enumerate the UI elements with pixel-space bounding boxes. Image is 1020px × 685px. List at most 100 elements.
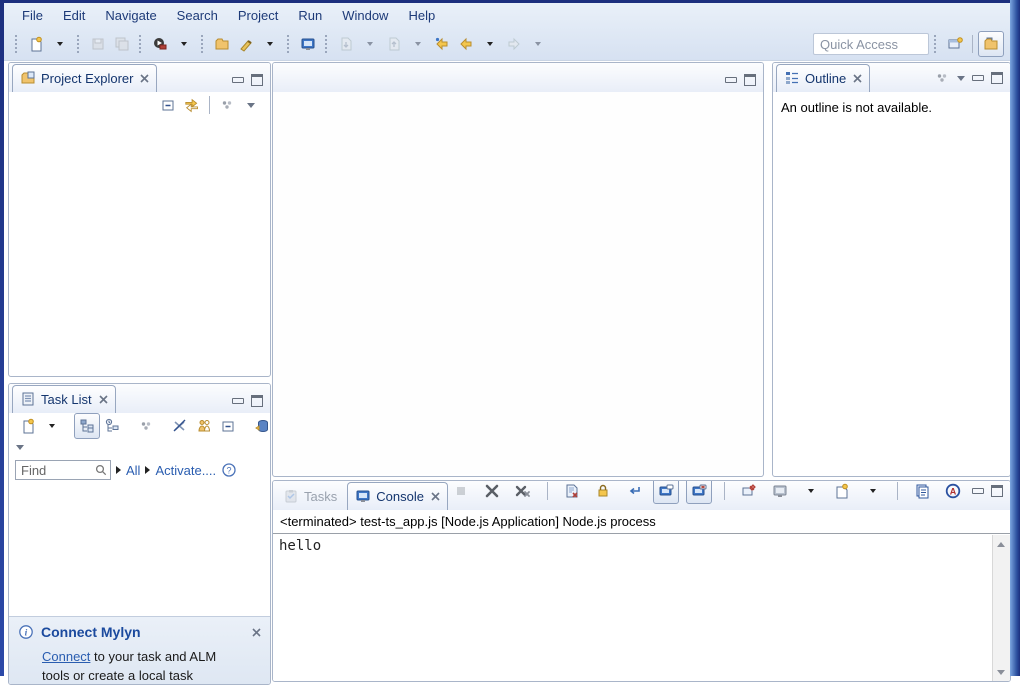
view-menu-button[interactable]: [215, 93, 239, 117]
toolbar-drag-handle[interactable]: [15, 35, 19, 53]
close-icon[interactable]: [140, 74, 149, 83]
remove-launch-button[interactable]: [480, 480, 504, 503]
collapse-all-button[interactable]: [156, 93, 180, 117]
open-console-dropdown[interactable]: [861, 480, 885, 503]
display-selected-console-button[interactable]: [768, 480, 792, 503]
focus-on-workweek-button[interactable]: [192, 414, 216, 438]
open-console-button[interactable]: [830, 480, 854, 503]
menu-navigate[interactable]: Navigate: [95, 5, 166, 26]
view-menu-dropdown[interactable]: [239, 93, 263, 117]
menu-run[interactable]: Run: [288, 5, 332, 26]
view-menu-icon[interactable]: [934, 70, 950, 86]
quick-access-input[interactable]: [813, 33, 929, 55]
new-wizard-dropdown[interactable]: [48, 32, 72, 56]
scroll-lock-button[interactable]: [591, 480, 615, 503]
close-icon[interactable]: [99, 395, 108, 404]
ansi-console-button[interactable]: A: [941, 480, 965, 503]
close-icon[interactable]: [431, 492, 440, 501]
previous-annotation-dropdown[interactable]: [406, 32, 430, 56]
new-task-button[interactable]: [16, 414, 40, 438]
menu-edit[interactable]: Edit: [53, 5, 95, 26]
task-list-tab[interactable]: Task List: [12, 385, 116, 413]
view-menu-button[interactable]: [134, 414, 158, 438]
save-all-button[interactable]: [110, 32, 134, 56]
open-perspective-button[interactable]: [943, 32, 967, 56]
menu-file[interactable]: File: [12, 5, 53, 26]
forward-dropdown[interactable]: [526, 32, 550, 56]
outline-tab[interactable]: Outline: [776, 64, 870, 92]
open-console-page-button[interactable]: [910, 480, 934, 503]
minimize-icon[interactable]: [232, 398, 244, 404]
back-button[interactable]: [454, 32, 478, 56]
help-icon[interactable]: ?: [221, 462, 237, 478]
maximize-icon[interactable]: [251, 395, 263, 407]
chevron-down-icon[interactable]: [16, 445, 24, 450]
forward-button[interactable]: [502, 32, 526, 56]
new-wizard-button[interactable]: [24, 32, 48, 56]
project-explorer-content[interactable]: [9, 118, 270, 348]
back-dropdown[interactable]: [478, 32, 502, 56]
project-explorer-tab[interactable]: Project Explorer: [12, 64, 157, 92]
run-external-tools-dropdown[interactable]: [172, 32, 196, 56]
toolbar-drag-handle[interactable]: [325, 35, 329, 53]
menu-project[interactable]: Project: [228, 5, 288, 26]
previous-annotation-button[interactable]: [382, 32, 406, 56]
expand-activate-arrow-icon[interactable]: [145, 466, 150, 474]
minimize-icon[interactable]: [725, 77, 737, 83]
close-icon[interactable]: [252, 628, 261, 637]
scroll-down-icon[interactable]: [995, 666, 1007, 678]
terminate-button[interactable]: [449, 480, 473, 503]
minimize-icon[interactable]: [972, 488, 984, 494]
link-with-editor-button[interactable]: [180, 93, 204, 117]
next-annotation-dropdown[interactable]: [358, 32, 382, 56]
toolbar-drag-handle[interactable]: [934, 35, 938, 53]
pin-console-button[interactable]: [737, 480, 761, 503]
highlight-button[interactable]: [234, 32, 258, 56]
maximize-icon[interactable]: [744, 74, 756, 86]
menu-search[interactable]: Search: [167, 5, 228, 26]
new-task-dropdown[interactable]: [40, 414, 64, 438]
categorized-view-button[interactable]: [74, 413, 100, 439]
minimize-icon[interactable]: [972, 75, 984, 81]
task-list-content[interactable]: [9, 485, 270, 595]
maximize-icon[interactable]: [251, 74, 263, 86]
editor-content[interactable]: [273, 92, 763, 474]
next-annotation-button[interactable]: [334, 32, 358, 56]
show-on-stdout-button[interactable]: [653, 480, 679, 504]
close-icon[interactable]: [853, 74, 862, 83]
run-external-tools-button[interactable]: [148, 32, 172, 56]
scheduled-view-button[interactable]: [100, 414, 124, 438]
menu-help[interactable]: Help: [398, 5, 445, 26]
clear-console-button[interactable]: [560, 480, 584, 503]
last-edit-location-button[interactable]: [430, 32, 454, 56]
save-button[interactable]: [86, 32, 110, 56]
expand-all-arrow-icon[interactable]: [116, 466, 121, 474]
show-on-stderr-button[interactable]: [686, 480, 712, 504]
console-tab[interactable]: Console: [347, 482, 448, 510]
open-console-button[interactable]: [296, 32, 320, 56]
maximize-icon[interactable]: [991, 485, 1003, 497]
toolbar-drag-handle[interactable]: [139, 35, 143, 53]
scroll-up-icon[interactable]: [995, 538, 1007, 550]
minimize-icon[interactable]: [232, 77, 244, 83]
remove-all-launches-button[interactable]: [511, 480, 535, 503]
maximize-icon[interactable]: [991, 72, 1003, 84]
tasks-tab[interactable]: Tasks: [276, 483, 344, 510]
hide-completed-button[interactable]: [168, 414, 192, 438]
filter-all-link[interactable]: All: [126, 463, 140, 478]
toolbar-drag-handle[interactable]: [201, 35, 205, 53]
display-selected-console-dropdown[interactable]: [799, 480, 823, 503]
highlight-dropdown[interactable]: [258, 32, 282, 56]
resource-perspective-button[interactable]: [978, 31, 1004, 57]
open-task-button[interactable]: [210, 32, 234, 56]
menu-window[interactable]: Window: [332, 5, 398, 26]
console-scrollbar[interactable]: [992, 535, 1010, 681]
connect-link[interactable]: Connect: [42, 649, 90, 664]
word-wrap-button[interactable]: [622, 480, 646, 503]
console-output[interactable]: hello: [273, 535, 1010, 681]
activate-link[interactable]: Activate....: [155, 463, 216, 478]
toolbar-drag-handle[interactable]: [287, 35, 291, 53]
synchronize-button[interactable]: [250, 414, 271, 438]
collapse-all-button[interactable]: [216, 414, 240, 438]
toolbar-drag-handle[interactable]: [77, 35, 81, 53]
